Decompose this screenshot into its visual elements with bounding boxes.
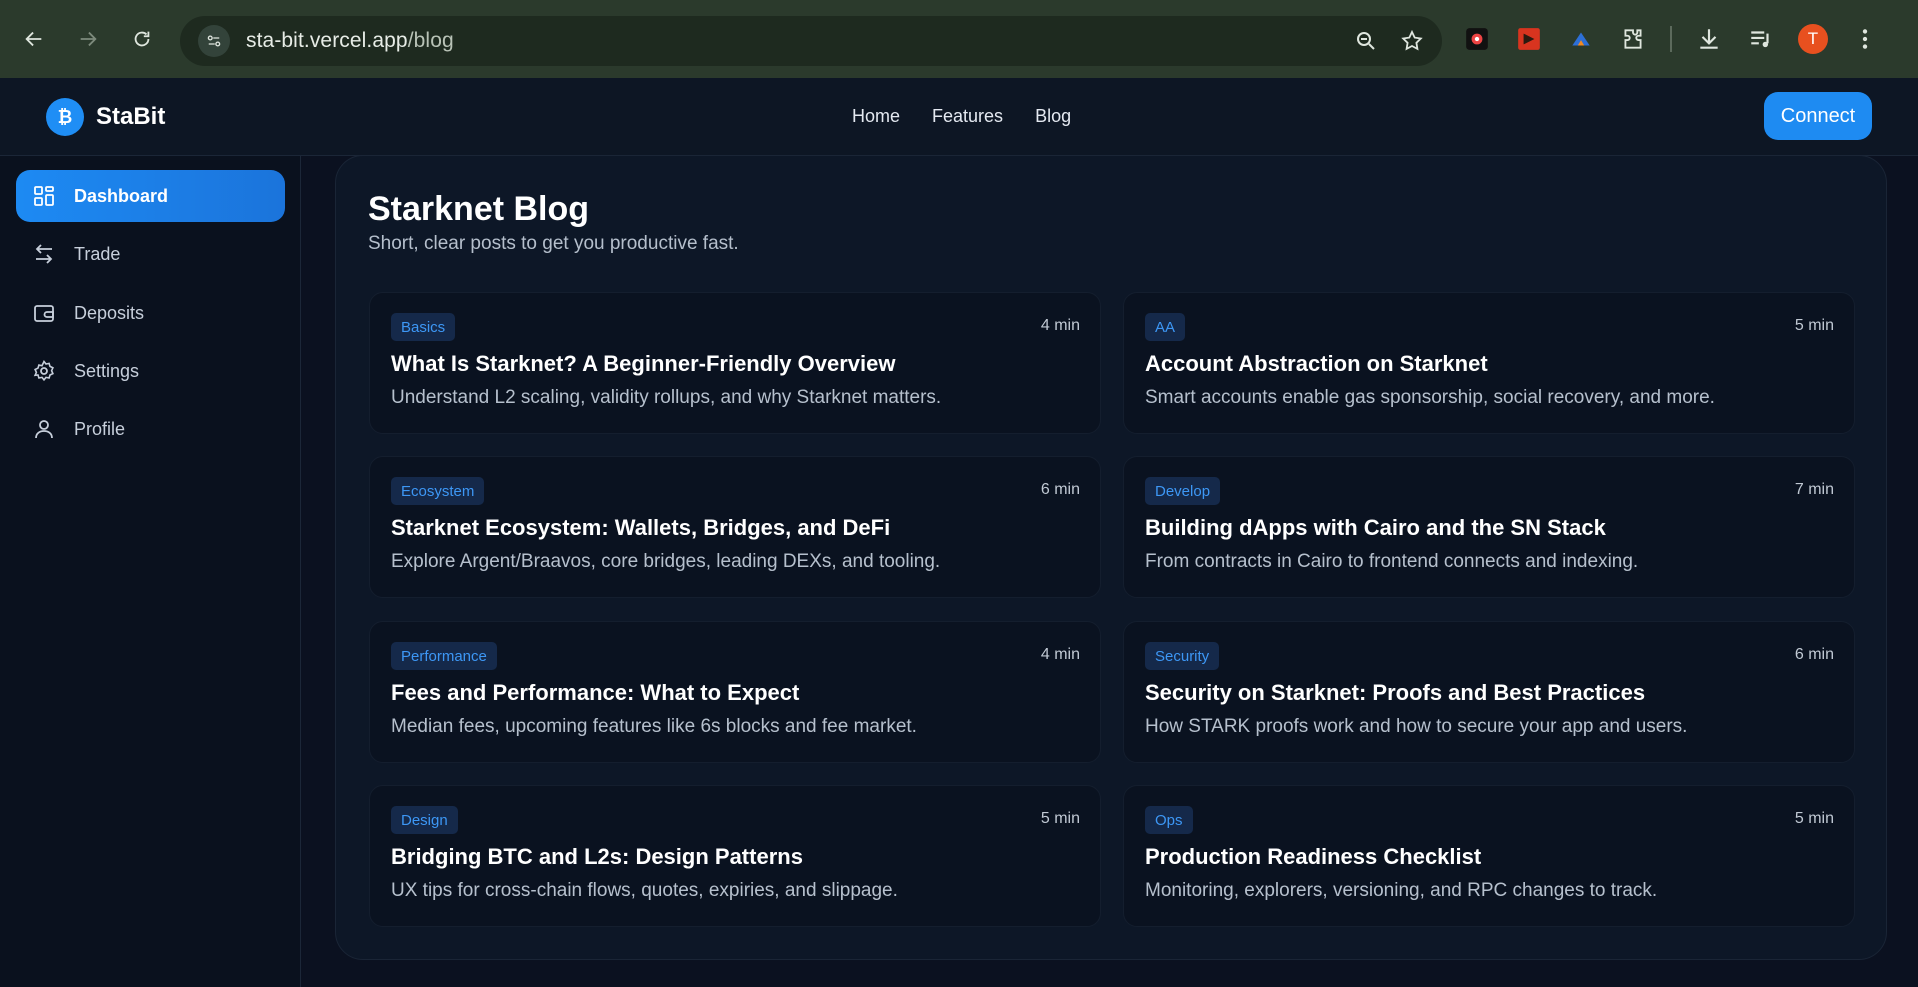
read-time: 5 min xyxy=(1794,810,1834,827)
page-subtitle: Short, clear posts to get you productive… xyxy=(368,233,739,254)
read-time: 4 min xyxy=(1040,317,1080,334)
wallet-icon xyxy=(34,305,54,322)
zoom-icon[interactable] xyxy=(1354,29,1378,53)
blog-card[interactable]: Performance 4 min Fees and Performance: … xyxy=(369,621,1101,763)
nav-link-features[interactable]: Features xyxy=(932,106,1003,127)
sidebar-item-label: Dashboard xyxy=(74,185,169,206)
sidebar-item-label: Deposits xyxy=(74,302,145,323)
blog-card[interactable]: Design 5 min Bridging BTC and L2s: Desig… xyxy=(369,785,1101,927)
more-menu-icon[interactable] xyxy=(1850,24,1880,54)
reload-button[interactable] xyxy=(122,19,162,59)
post-title: Account Abstraction on Starknet xyxy=(1145,351,1488,376)
sidebar-item-dashboard[interactable]: Dashboard xyxy=(16,170,285,222)
url-text: sta-bit.vercel.app/blog xyxy=(246,29,454,53)
extension-2-icon[interactable] xyxy=(1514,24,1544,54)
category-tag: Ops xyxy=(1145,806,1193,834)
sidebar-item-profile[interactable]: Profile xyxy=(16,403,285,455)
extension-3-icon[interactable] xyxy=(1566,24,1596,54)
extension-1-icon[interactable] xyxy=(1462,24,1492,54)
site-settings-icon[interactable] xyxy=(198,25,230,57)
nav-link-home[interactable]: Home xyxy=(852,106,900,127)
post-description: UX tips for cross-chain flows, quotes, e… xyxy=(391,880,898,901)
blog-panel: Starknet Blog Short, clear posts to get … xyxy=(335,155,1887,960)
sidebar-item-deposits[interactable]: Deposits xyxy=(16,287,285,339)
blog-card[interactable]: AA 5 min Account Abstraction on Starknet… xyxy=(1123,292,1855,434)
blog-card[interactable]: Basics 4 min What Is Starknet? A Beginne… xyxy=(369,292,1101,434)
post-description: Median fees, upcoming features like 6s b… xyxy=(391,716,917,737)
user-icon xyxy=(35,420,53,439)
connect-button[interactable]: Connect xyxy=(1764,92,1872,140)
arrows-swap-icon xyxy=(35,244,53,264)
page-title: Starknet Blog xyxy=(368,190,590,228)
reload-icon xyxy=(134,31,150,47)
brand-name: StaBit xyxy=(96,103,166,130)
category-tag: Design xyxy=(391,806,458,834)
post-description: Monitoring, explorers, versioning, and R… xyxy=(1145,880,1658,901)
post-title: Bridging BTC and L2s: Design Patterns xyxy=(391,844,803,869)
arrow-left-icon xyxy=(25,31,42,47)
post-title: Building dApps with Cairo and the SN Sta… xyxy=(1145,515,1606,540)
blog-card[interactable]: Ecosystem 6 min Starknet Ecosystem: Wall… xyxy=(369,456,1101,598)
blog-card[interactable]: Ops 5 min Production Readiness Checklist… xyxy=(1123,785,1855,927)
address-bar[interactable]: sta-bit.vercel.app/blog xyxy=(180,16,1442,66)
category-tag: Ecosystem xyxy=(391,477,485,505)
post-title: Starknet Ecosystem: Wallets, Bridges, an… xyxy=(391,515,891,540)
sidebar-item-trade[interactable]: Trade xyxy=(16,228,285,280)
sidebar-item-settings[interactable]: Settings xyxy=(16,345,285,397)
category-tag: Performance xyxy=(391,642,497,670)
gear-icon xyxy=(33,360,54,382)
category-tag: AA xyxy=(1145,313,1186,341)
app-header: ₿ StaBit Home Features Blog Connect xyxy=(0,78,1918,156)
sidebar-item-label: Profile xyxy=(74,418,126,439)
bookmark-star-icon[interactable] xyxy=(1400,29,1424,53)
post-description: Smart accounts enable gas sponsorship, s… xyxy=(1145,387,1715,408)
read-time: 5 min xyxy=(1040,810,1080,827)
nav-link-blog[interactable]: Blog xyxy=(1035,106,1071,127)
blog-card[interactable]: Develop 7 min Building dApps with Cairo … xyxy=(1123,456,1855,598)
post-title: What Is Starknet? A Beginner-Friendly Ov… xyxy=(391,351,896,376)
post-description: From contracts in Cairo to frontend conn… xyxy=(1145,551,1639,572)
read-time: 6 min xyxy=(1040,481,1080,498)
bitcoin-logo-icon: ₿ xyxy=(46,98,84,136)
sidebar-item-label: Settings xyxy=(74,360,140,381)
blog-card[interactable]: Security 6 min Security on Starknet: Pro… xyxy=(1123,621,1855,763)
post-title: Security on Starknet: Proofs and Best Pr… xyxy=(1145,680,1646,705)
url-path: /blog xyxy=(407,29,454,52)
toolbar-separator xyxy=(1670,26,1672,52)
brand[interactable]: ₿ StaBit xyxy=(46,98,165,136)
extensions-puzzle-icon[interactable] xyxy=(1618,24,1648,54)
profile-avatar[interactable]: T xyxy=(1798,24,1828,54)
arrow-right-icon xyxy=(80,31,97,47)
read-time: 6 min xyxy=(1794,646,1834,663)
sidebar-item-label: Trade xyxy=(74,243,121,264)
post-description: How STARK proofs work and how to secure … xyxy=(1145,716,1688,737)
read-time: 7 min xyxy=(1794,481,1834,498)
top-navigation: Home Features Blog xyxy=(852,106,1071,127)
category-tag: Security xyxy=(1145,642,1220,670)
download-icon[interactable] xyxy=(1694,24,1724,54)
read-time: 4 min xyxy=(1040,646,1080,663)
media-control-icon[interactable] xyxy=(1746,24,1776,54)
back-button[interactable] xyxy=(14,19,54,59)
read-time: 5 min xyxy=(1794,317,1834,334)
grid-icon xyxy=(34,186,54,206)
post-description: Explore Argent/Braavos, core bridges, le… xyxy=(391,551,941,572)
url-host: sta-bit.vercel.app xyxy=(246,29,408,52)
browser-toolbar: sta-bit.vercel.app/blog T xyxy=(0,0,1918,78)
forward-button[interactable] xyxy=(68,19,108,59)
post-title: Production Readiness Checklist xyxy=(1145,844,1482,869)
post-description: Understand L2 scaling, validity rollups,… xyxy=(391,387,942,408)
category-tag: Develop xyxy=(1145,477,1221,505)
sidebar: Dashboard Trade Deposits Settings Profil… xyxy=(0,156,301,987)
category-tag: Basics xyxy=(391,313,456,341)
post-title: Fees and Performance: What to Expect xyxy=(391,680,800,705)
